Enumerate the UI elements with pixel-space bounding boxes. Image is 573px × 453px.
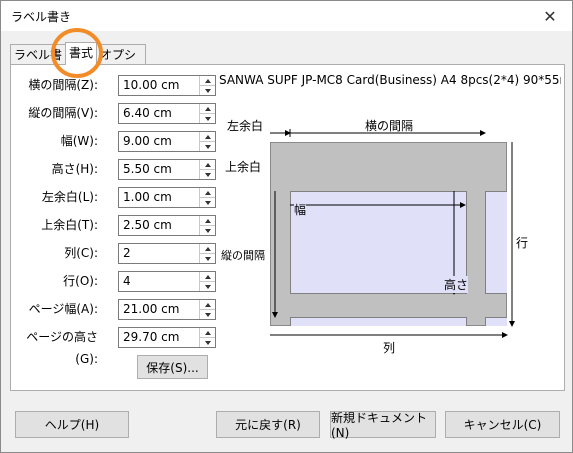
help-button[interactable]: ヘルプ(H) (15, 411, 129, 438)
diagram-row-label: 行 (516, 236, 529, 250)
reset-button[interactable]: 元に戻す(R) (216, 411, 320, 438)
dimension-lines (270, 129, 515, 338)
diagram-height-label: 高さ (444, 276, 469, 293)
diagram-width-label: 幅 (294, 201, 307, 218)
diagram-top-margin-label: 上余白 (225, 160, 262, 174)
diagram-left-margin-label: 左余白 (227, 119, 264, 133)
close-icon[interactable]: ✕ (528, 1, 572, 31)
diagram-h-spacing-label: 横の間隔 (365, 119, 414, 133)
diagram-column-label: 列 (383, 341, 396, 355)
highlight-circle (51, 28, 103, 78)
diagram-v-spacing-label: 縦の間隔 (221, 249, 265, 262)
new-document-button[interactable]: 新規ドキュメント(N) (330, 411, 436, 440)
format-panel: 横の間隔(Z): 10.00 cm 縦の間隔(V): 6.40 cm 幅(W):… (10, 64, 565, 391)
cancel-button[interactable]: キャンセル(C) (445, 411, 560, 438)
window-title: ラベル書き (11, 10, 72, 24)
label-dialog: ラベル書き ✕ ラベル書き 書式 オプション 横の間隔(Z): 10.00 cm… (0, 0, 573, 453)
